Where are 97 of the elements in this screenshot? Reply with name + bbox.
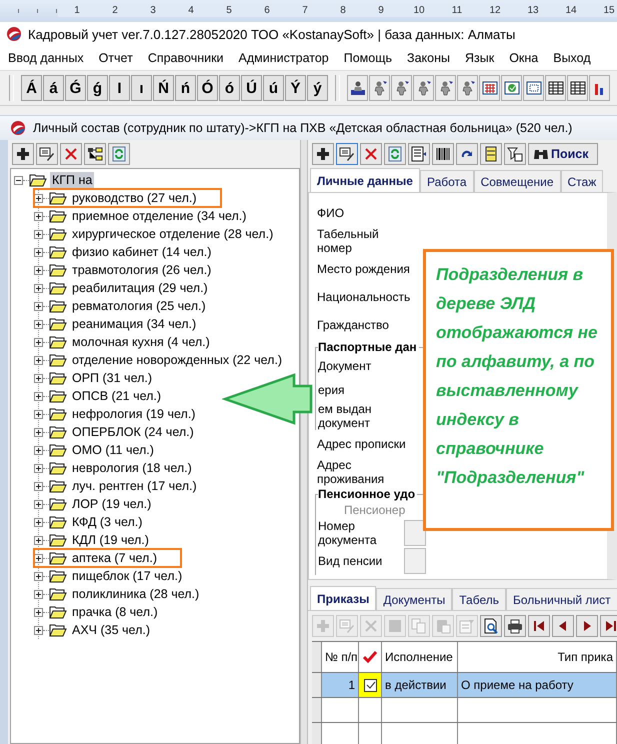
tree-item[interactable]: нефрология (19 чел.) [70, 406, 198, 422]
letter-key[interactable]: ý [307, 75, 328, 101]
column-header[interactable]: Тип прика [458, 642, 617, 672]
ruler-number: 4 [172, 5, 210, 17]
tree-item[interactable]: приемное отделение (34 чел.) [70, 208, 248, 224]
tree-item[interactable]: ОПСВ (21 чел.) [70, 388, 164, 404]
ruler-number: 9 [362, 5, 400, 17]
child-window-title: Личный состав (сотрудник по штату)->КГП на ПХВ «Детская областная больница» (520 чел.) [33, 121, 572, 135]
group-title: Паспортные дан [318, 340, 419, 354]
tab[interactable]: Документы [376, 588, 452, 610]
letter-key[interactable]: á [43, 75, 64, 101]
menu-item[interactable]: Администратор [238, 51, 329, 65]
tree-item[interactable]: АХЧ (35 чел.) [70, 622, 152, 638]
tree-item[interactable]: неврология (18 чел.) [70, 460, 194, 476]
field-label: Пенсионер [343, 503, 406, 517]
column-header[interactable]: № п/п [322, 642, 359, 672]
letter-key[interactable]: ı [131, 75, 152, 101]
ruler-number: 15 [590, 5, 617, 17]
letter-key[interactable]: І [109, 75, 130, 101]
table-cell: в действии [382, 673, 458, 697]
menu-item[interactable]: Язык [464, 51, 494, 65]
annotation-text: Подразделения в дереве ЭЛД отображаются не по алфавиту, а по выставленному индексу в справочнике "Подразделения" [436, 264, 598, 489]
tree-item[interactable]: пищеблок (17 чел.) [70, 568, 184, 584]
column-header[interactable]: Исполнение [382, 642, 458, 672]
menu-item[interactable]: Законы [407, 51, 450, 65]
tab[interactable]: Больничный лист [506, 588, 617, 610]
ruler-number: 12 [476, 5, 514, 17]
letter-key[interactable]: Ó [197, 75, 218, 101]
field-label: ФИО [317, 206, 346, 220]
tree-item[interactable]: ОПЕРБЛОК (24 чел.) [70, 424, 196, 440]
ruler-number: 6 [248, 5, 286, 17]
field-label: Табельный номер [317, 227, 380, 255]
menu-item[interactable]: Окна [509, 51, 538, 65]
ruler-number: 2 [96, 5, 134, 17]
tree-item[interactable]: отделение новорожденных (22 чел.) [70, 352, 284, 368]
tree-item[interactable]: реабилитация (29 чел.) [70, 280, 210, 296]
tree-item[interactable]: луч. рентген (17 чел.) [70, 478, 199, 494]
tree-item[interactable]: ЛОР (19 чел.) [70, 496, 154, 512]
tree-item[interactable]: руководство (27 чел.) [70, 190, 199, 206]
tree-item[interactable]: ревматология (25 чел.) [70, 298, 208, 314]
ruler-number: 1 [58, 5, 96, 17]
ruler-number: 11 [438, 5, 476, 17]
letter-key[interactable]: Á [21, 75, 42, 101]
tree-item[interactable]: реанимация (34 чел.) [70, 316, 198, 332]
tab[interactable]: Работа [420, 170, 474, 192]
ruler-number: 8 [324, 5, 362, 17]
field-label: ем выдан документ [318, 402, 373, 430]
letter-key[interactable]: ú [263, 75, 284, 101]
field-label: Национальность [317, 290, 412, 304]
tree-item[interactable]: ОМО (11 чел.) [70, 442, 156, 458]
menu-item[interactable]: Отчет [98, 51, 133, 65]
field-label: Номер документа [318, 519, 378, 547]
tree-item[interactable]: прачка (8 чел.) [70, 604, 160, 620]
menu-item[interactable]: Помощь [344, 51, 392, 65]
menu-item[interactable]: Ввод данных [8, 51, 84, 65]
tree-item[interactable]: КДЛ (19 чел.) [70, 532, 151, 548]
table-cell: О приеме на работу [458, 673, 617, 697]
tree-item[interactable]: молочная кухня (4 чел.) [70, 334, 212, 350]
letter-key[interactable]: Ǵ [65, 75, 86, 101]
letter-key[interactable]: Ý [285, 75, 306, 101]
tree-item[interactable]: поликлиника (28 чел.) [70, 586, 202, 602]
group-title: Пенсионное удо [318, 487, 418, 501]
ruler-number: 7 [286, 5, 324, 17]
letter-key[interactable]: Ń [153, 75, 174, 101]
field-label: Место рождения [317, 262, 411, 276]
tree-item[interactable]: ОРП (31 чел.) [70, 370, 154, 386]
ruler-number: 14 [552, 5, 590, 17]
letter-key[interactable]: ó [219, 75, 240, 101]
tree-item[interactable]: травмотология (26 чел.) [70, 262, 214, 278]
tab[interactable]: Табель [452, 588, 506, 610]
field-label: Гражданство [317, 318, 390, 332]
tree-item[interactable]: КФД (3 чел.) [70, 514, 144, 530]
table-row[interactable]: 1 в действии О приеме на работу [312, 673, 617, 698]
search-button[interactable]: Поиск [528, 143, 598, 165]
field-label: Адрес прописки [317, 437, 407, 451]
tree-item[interactable]: КГП на [50, 172, 94, 188]
letter-key[interactable]: Ú [241, 75, 262, 101]
field-label: ерия [318, 383, 346, 397]
tree-item[interactable]: физио кабинет (14 чел.) [70, 244, 214, 260]
window-title: Кадровый учет ver.7.0.127.28052020 ТОО «KostanaySoft» | база данных: Алматы [28, 26, 516, 42]
field-label: Вид пенсии [318, 554, 384, 568]
ruler-number: 13 [514, 5, 552, 17]
tab[interactable]: Личные данные [310, 168, 420, 192]
tree-item[interactable]: аптека (7 чел.) [70, 550, 159, 566]
letter-key[interactable]: ń [175, 75, 196, 101]
field-label: Адрес проживания [317, 458, 386, 486]
tree-item[interactable]: хирургическое отделение (28 чел.) [70, 226, 276, 242]
letter-key[interactable]: ǵ [87, 75, 108, 101]
ruler-number: 5 [210, 5, 248, 17]
tab[interactable]: Стаж [560, 170, 604, 192]
menu-item[interactable]: Справочники [148, 51, 224, 65]
menu-item[interactable]: Выход [553, 51, 591, 65]
tab[interactable]: Приказы [310, 586, 376, 610]
ruler-number: 10 [400, 5, 438, 17]
ruler-number: 3 [134, 5, 172, 17]
tab[interactable]: Совмещение [474, 170, 561, 192]
field-label: Документ [318, 359, 372, 373]
